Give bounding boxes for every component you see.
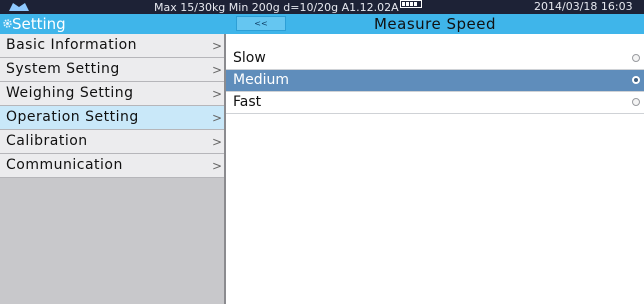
chevron-right-icon: >: [212, 135, 223, 149]
sidebar-menu: Basic Information > System Setting > Wei…: [0, 34, 226, 304]
sidebar-item-label: Weighing Setting: [6, 85, 134, 101]
sidebar-item-label: System Setting: [6, 61, 120, 77]
option-slow[interactable]: Slow: [226, 48, 644, 70]
sidebar-item-operation-setting[interactable]: Operation Setting >: [0, 106, 224, 130]
chevron-right-icon: >: [212, 111, 223, 125]
scale-spec-text: Max 15/30kg Min 200g d=10/20g A1.12.02A: [154, 0, 423, 15]
sidebar-item-label: Operation Setting: [6, 109, 139, 125]
battery-icon: [399, 0, 422, 8]
chevron-right-icon: >: [212, 39, 223, 53]
radio-button[interactable]: [632, 76, 640, 84]
sidebar-item-label: Calibration: [6, 133, 88, 149]
status-bar: Max 15/30kg Min 200g d=10/20g A1.12.02A …: [0, 0, 644, 14]
radio-button[interactable]: [632, 98, 640, 106]
sidebar-title: Setting: [12, 15, 66, 33]
sidebar-item-communication[interactable]: Communication >: [0, 154, 224, 178]
option-label: Medium: [233, 72, 289, 88]
option-label: Fast: [233, 94, 262, 110]
scale-spec-value: Max 15/30kg Min 200g d=10/20g A1.12.02A: [154, 1, 399, 14]
sidebar-item-calibration[interactable]: Calibration >: [0, 130, 224, 154]
sidebar-header: Setting: [0, 14, 226, 34]
radio-button[interactable]: [632, 54, 640, 62]
option-fast[interactable]: Fast: [226, 92, 644, 114]
sidebar-item-weighing-setting[interactable]: Weighing Setting >: [0, 82, 224, 106]
panel-header: Measure Speed <<: [226, 14, 644, 34]
option-label: Slow: [233, 50, 266, 66]
chevron-right-icon: >: [212, 87, 223, 101]
panel-title: Measure Speed: [373, 15, 497, 33]
option-medium[interactable]: Medium: [226, 70, 644, 92]
sidebar-item-label: Basic Information: [6, 37, 138, 53]
date-time: 2014/03/18 16:03: [534, 0, 633, 13]
sidebar-item-label: Communication: [6, 157, 123, 173]
chevron-right-icon: >: [212, 159, 223, 173]
chevron-right-icon: >: [212, 63, 223, 77]
sidebar-item-basic-information[interactable]: Basic Information >: [0, 34, 224, 58]
scale-logo-icon: [9, 3, 29, 11]
sidebar-item-system-setting[interactable]: System Setting >: [0, 58, 224, 82]
back-button[interactable]: <<: [236, 16, 286, 31]
